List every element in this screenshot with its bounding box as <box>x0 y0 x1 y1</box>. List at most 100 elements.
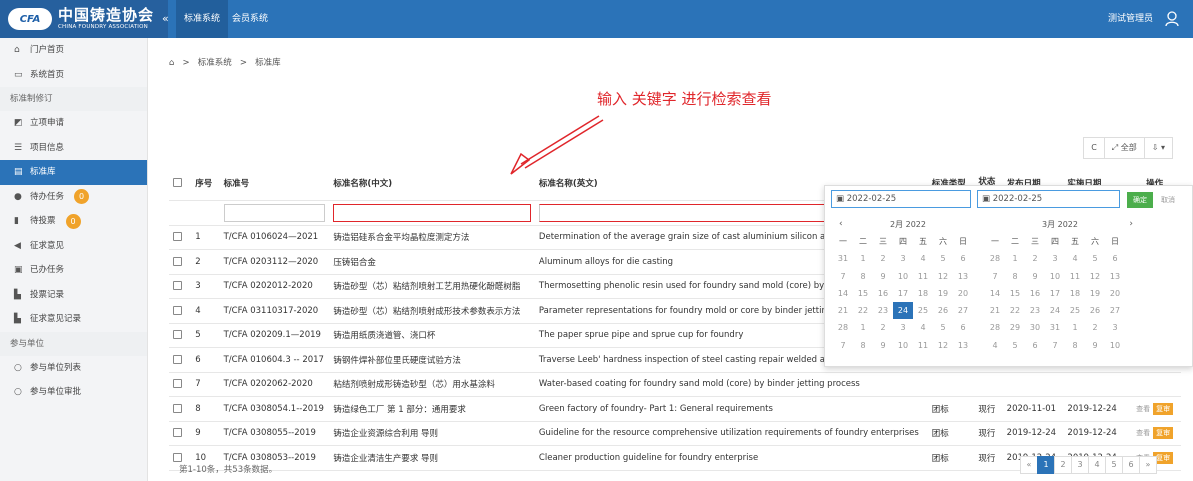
select-all-checkbox[interactable] <box>173 177 182 187</box>
calendar-day[interactable]: 26 <box>1085 302 1105 319</box>
calendar-day[interactable]: 8 <box>1065 337 1085 354</box>
date-end-input[interactable]: ▣ 2022-02-25 <box>977 190 1120 208</box>
calendar-day[interactable]: 3 <box>893 319 913 336</box>
calendar-day[interactable]: 11 <box>913 337 933 354</box>
calendar-day[interactable]: 6 <box>953 250 973 267</box>
col-name-cn[interactable]: 标准名称(中文) <box>329 166 535 201</box>
calendar-day[interactable]: 1 <box>1065 319 1085 336</box>
page-button[interactable]: 4 <box>1088 456 1106 474</box>
calendar-day[interactable]: 26 <box>933 302 953 319</box>
calendar-day[interactable]: 14 <box>985 285 1005 302</box>
calendar-day[interactable]: 6 <box>1025 337 1045 354</box>
user-icon[interactable] <box>1165 11 1179 30</box>
sidebar-item[interactable]: ◀ 征求意见 <box>0 234 147 259</box>
calendar-day[interactable]: 9 <box>873 268 893 285</box>
calendar-day[interactable]: 21 <box>833 302 853 319</box>
calendar-day[interactable]: 16 <box>1025 285 1045 302</box>
revise-button[interactable]: 复审 <box>1153 427 1174 440</box>
calendar-day[interactable]: 8 <box>1005 268 1025 285</box>
sidebar-item[interactable]: ▙ 征求意见记录 <box>0 307 147 332</box>
calendar-day[interactable]: 16 <box>873 285 893 302</box>
refresh-button[interactable]: C <box>1083 137 1105 159</box>
calendar-day[interactable]: 27 <box>953 302 973 319</box>
calendar-day[interactable]: 31 <box>1045 319 1065 336</box>
calendar-day[interactable]: 12 <box>1085 268 1105 285</box>
row-checkbox[interactable] <box>173 281 182 291</box>
tab-member-system[interactable]: 会员系统 <box>224 0 276 38</box>
calendar-day[interactable]: 30 <box>1025 319 1045 336</box>
page-button[interactable]: 6 <box>1122 456 1140 474</box>
calendar-day[interactable]: 9 <box>873 337 893 354</box>
calendar-day[interactable]: 15 <box>1005 285 1025 302</box>
sidebar-item[interactable]: ○ 参与单位审批 <box>0 380 147 405</box>
view-button[interactable]: 查看 <box>1136 404 1150 414</box>
calendar-day[interactable]: 8 <box>853 337 873 354</box>
calendar-day[interactable]: 1 <box>853 250 873 267</box>
prev-month-icon[interactable]: ‹ <box>839 219 843 229</box>
calendar-day[interactable]: 20 <box>1105 285 1125 302</box>
calendar-day[interactable]: 7 <box>985 268 1005 285</box>
calendar-day[interactable]: 24 <box>893 302 913 320</box>
calendar-day[interactable]: 1 <box>1005 250 1025 267</box>
calendar-day[interactable]: 28 <box>985 319 1005 336</box>
sidebar-item[interactable]: ▤ 标准库 <box>0 160 147 185</box>
calendar-day[interactable]: 11 <box>1065 268 1085 285</box>
date-start-input[interactable]: ▣ 2022-02-25 <box>831 190 971 208</box>
sidebar-item[interactable]: ☰ 项目信息 <box>0 136 147 161</box>
filter-code-input[interactable] <box>223 203 326 222</box>
user-name[interactable]: 测试管理员 <box>1108 0 1153 38</box>
calendar-day[interactable]: 17 <box>1045 285 1065 302</box>
date-confirm-button[interactable]: 确定 <box>1127 192 1153 208</box>
sidebar-item[interactable]: ◩ 立项申请 <box>0 111 147 136</box>
calendar-day[interactable]: 25 <box>913 302 933 319</box>
row-checkbox[interactable] <box>173 452 182 462</box>
home-icon[interactable]: ⌂ <box>169 58 174 68</box>
next-month-icon[interactable]: › <box>1129 219 1133 229</box>
calendar-day[interactable]: 23 <box>873 302 893 319</box>
sidebar-item[interactable]: ▮ 待投票 0 <box>0 209 147 234</box>
calendar-day[interactable]: 25 <box>1065 302 1085 319</box>
calendar-day[interactable]: 9 <box>1085 337 1105 354</box>
calendar-day[interactable]: 20 <box>953 285 973 302</box>
calendar-day[interactable]: 4 <box>913 250 933 267</box>
table-row[interactable]: 8 T/CFA 0308054.1--2019 铸造绿色工厂 第 1 部分：通用要求… <box>169 396 1181 422</box>
date-cancel-button[interactable]: 取消 <box>1161 192 1175 208</box>
calendar-day[interactable]: 13 <box>953 337 973 354</box>
tab-standard-system[interactable]: 标准系统 <box>176 0 229 38</box>
row-checkbox[interactable] <box>173 305 182 315</box>
calendar-day[interactable]: 13 <box>953 268 973 285</box>
calendar-day[interactable]: 7 <box>833 337 853 354</box>
page-button[interactable]: 1 <box>1037 456 1055 474</box>
revise-button[interactable]: 复审 <box>1153 402 1174 415</box>
row-checkbox[interactable] <box>173 403 182 413</box>
filter-name-cn-input[interactable] <box>333 203 531 222</box>
sidebar-item[interactable]: ● 待办任务 0 <box>0 185 147 210</box>
row-checkbox[interactable] <box>173 232 182 242</box>
logo[interactable]: CFA 中国铸造协会 CHINA FOUNDRY ASSOCIATION <box>0 0 168 38</box>
calendar-day[interactable]: 18 <box>1065 285 1085 302</box>
calendar-day[interactable]: 27 <box>1105 302 1125 319</box>
calendar-day[interactable]: 31 <box>833 250 853 267</box>
page-button[interactable]: 3 <box>1071 456 1089 474</box>
sidebar-item[interactable]: ▙ 投票记录 <box>0 283 147 308</box>
calendar-day[interactable]: 10 <box>1045 268 1065 285</box>
calendar-day[interactable]: 5 <box>933 319 953 336</box>
calendar-day[interactable]: 9 <box>1025 268 1045 285</box>
calendar-day[interactable]: 10 <box>893 268 913 285</box>
calendar-day[interactable]: 2 <box>1085 319 1105 336</box>
calendar-day[interactable]: 7 <box>833 268 853 285</box>
calendar-day[interactable]: 19 <box>933 285 953 302</box>
calendar-day[interactable]: 12 <box>933 337 953 354</box>
page-button[interactable]: 2 <box>1054 456 1072 474</box>
calendar-day[interactable]: 15 <box>853 285 873 302</box>
calendar-day[interactable]: 5 <box>1085 250 1105 267</box>
calendar-day[interactable]: 22 <box>1005 302 1025 319</box>
calendar-day[interactable]: 3 <box>1045 250 1065 267</box>
collapse-sidebar-button[interactable]: « <box>162 12 169 25</box>
table-row[interactable]: 7 T/CFA 0202062-2020 粘结剂喷射成形铸造砂型（芯）用水基涂料 Wa… <box>169 372 1181 397</box>
calendar-day[interactable]: 28 <box>833 319 853 336</box>
sidebar-item[interactable]: ○ 参与单位列表 <box>0 356 147 381</box>
calendar-day[interactable]: 4 <box>985 337 1005 354</box>
calendar-day[interactable]: 13 <box>1105 268 1125 285</box>
row-checkbox[interactable] <box>173 256 182 266</box>
